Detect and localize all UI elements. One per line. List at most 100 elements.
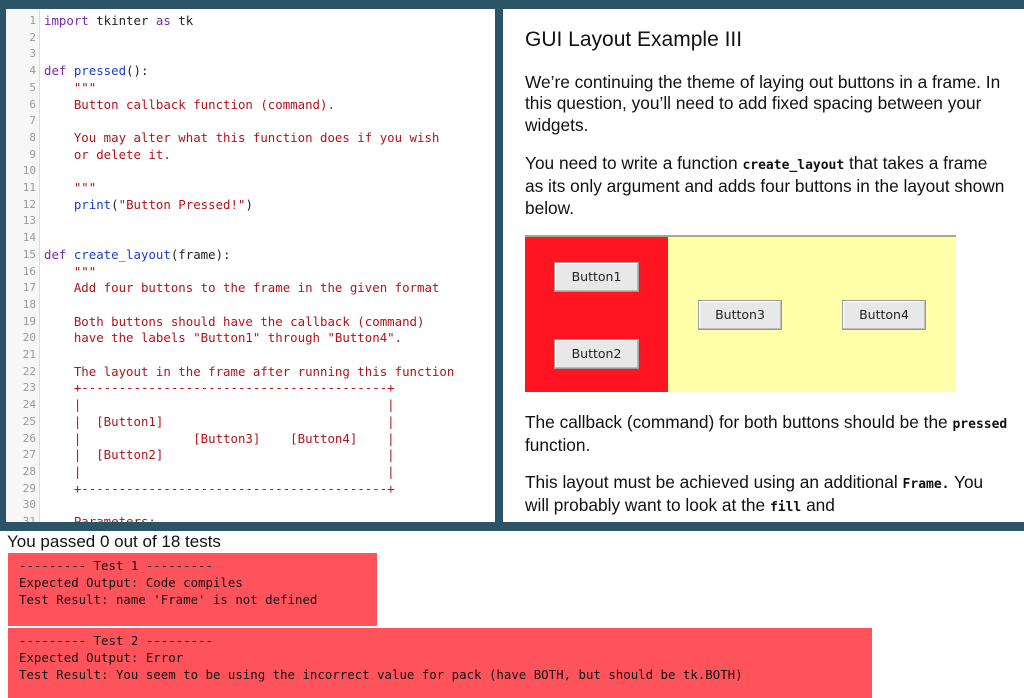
question-paragraph-1: We’re continuing the theme of laying out… — [525, 72, 1001, 135]
code-token: (frame): — [170, 246, 231, 262]
code-editor[interactable]: 1 2 3 4 5 6 7 8 9 10 11 12 13 14 15 16 17 18 19 20 21 22 23 24 2… — [6, 9, 495, 522]
code-line[interactable]: def pressed(): — [44, 63, 148, 80]
code-token: | [Button2] | — [44, 447, 395, 463]
line-number: 25 — [22, 414, 36, 428]
paragraph-text: You need to write a function — [525, 153, 743, 173]
code-token: Parameters: — [44, 514, 156, 522]
line-number: 12 — [22, 197, 36, 211]
test-result-1: --------- Test 1 --------- Expected Outpu… — [8, 553, 377, 626]
line-number: 3 — [29, 47, 36, 61]
line-number: 5 — [29, 80, 36, 94]
example-button2: Button2 — [554, 339, 639, 369]
code-token: """ — [44, 263, 97, 279]
line-number: 26 — [22, 431, 36, 445]
line-number: 7 — [29, 114, 36, 128]
line-number: 14 — [22, 231, 36, 245]
code-token: create_layout — [73, 246, 171, 262]
paragraph-text: function. — [525, 435, 591, 456]
code-token: | [Button1] | — [44, 413, 395, 429]
test-result-2: --------- Test 2 --------- Expected Outpu… — [8, 628, 872, 698]
code-line[interactable]: | [Button2] | — [44, 447, 395, 464]
code-token: """ — [44, 79, 97, 95]
example-layout-image: Button1 Button2 Button3 Button4 — [525, 235, 956, 392]
line-number: 13 — [22, 214, 36, 228]
code-token: +---------------------------------------… — [44, 480, 395, 496]
code-token: Both buttons should have the callback (c… — [44, 313, 425, 329]
code-token: | | — [44, 463, 395, 479]
code-token: You may alter what this function does if… — [44, 129, 440, 145]
code-line[interactable]: | | — [44, 464, 395, 481]
line-number: 11 — [22, 181, 36, 194]
code-line[interactable]: | [Button1] | — [44, 414, 395, 431]
example-button4: Button4 — [842, 300, 926, 330]
code-line[interactable]: """ — [44, 264, 96, 281]
code-token: "Button Pressed!" — [118, 196, 246, 212]
line-number: 30 — [22, 498, 36, 512]
question-paragraph-4: This layout must be achieved using an ad… — [525, 472, 1010, 519]
inline-code: fill — [769, 500, 802, 516]
test-header: --------- Test 1 --------- — [19, 558, 213, 573]
code-token: have the labels "Button1" through "Butto… — [44, 330, 403, 346]
code-line[interactable]: Button callback function (command). — [44, 97, 335, 114]
line-number: 15 — [22, 247, 36, 261]
question-title: GUI Layout Example III — [525, 28, 743, 51]
line-number: 6 — [29, 97, 36, 111]
code-line[interactable]: or delete it. — [44, 147, 171, 164]
code-token: """ — [44, 180, 97, 195]
code-line[interactable]: """ — [44, 180, 96, 197]
code-token: (): — [126, 63, 149, 79]
line-number: 23 — [22, 381, 36, 395]
code-line[interactable]: Both buttons should have the callback (c… — [44, 313, 425, 331]
line-number: 21 — [22, 348, 36, 361]
code-token: tkinter — [88, 13, 156, 28]
paragraph-text: The callback (command) for both buttons … — [525, 412, 953, 432]
test-result-text: Test Result: name 'Frame' is not defined — [19, 591, 318, 607]
test-expected: Expected Output: Error — [19, 649, 184, 665]
test-results-panel: You passed 0 out of 18 tests --------- T… — [0, 531, 1024, 698]
line-number: 1 — [29, 14, 36, 27]
code-token: Button callback function (command). — [44, 96, 335, 112]
question-paragraph-2: You need to write a function create_layo… — [525, 153, 1010, 219]
line-number: 9 — [29, 147, 36, 161]
line-number-gutter: 1 2 3 4 5 6 7 8 9 10 11 12 13 14 15 16 17 18 19 20 21 22 23 24 2… — [6, 9, 40, 522]
inline-code: create_layout — [742, 158, 845, 173]
line-number: 24 — [22, 398, 36, 412]
code-line[interactable]: The layout in the frame after running th… — [44, 364, 454, 381]
line-number: 4 — [29, 64, 36, 78]
line-number: 27 — [22, 448, 36, 462]
test-header: --------- Test 2 --------- — [19, 633, 213, 648]
code-token: def — [44, 246, 74, 262]
code-token: Add four buttons to the frame in the giv… — [44, 280, 440, 296]
line-number: 10 — [22, 164, 36, 178]
code-line[interactable]: Add four buttons to the frame in the giv… — [44, 280, 440, 297]
code-token: import — [44, 13, 89, 28]
code-line[interactable]: have the labels "Button1" through "Butto… — [44, 330, 402, 347]
code-token: tk — [170, 13, 194, 28]
test-result-text: Test Result: You seem to be using the in… — [19, 666, 743, 682]
code-line[interactable]: +---------------------------------------… — [44, 380, 395, 397]
code-line[interactable]: +---------------------------------------… — [44, 481, 395, 498]
code-line[interactable]: Parameters: — [44, 514, 156, 522]
line-number: 19 — [22, 314, 36, 328]
code-token: +---------------------------------------… — [44, 380, 395, 396]
test-expected: Expected Output: Code compiles — [19, 574, 243, 590]
code-line[interactable]: """ — [44, 80, 96, 97]
code-line[interactable]: | [Button3] [Button4] | — [44, 431, 395, 448]
line-number: 22 — [22, 364, 36, 378]
paragraph-text: and — [801, 495, 835, 516]
code-line[interactable]: You may alter what this function does if… — [44, 129, 440, 147]
code-line[interactable]: import tkinter as tk — [44, 13, 193, 30]
code-line[interactable]: | | — [44, 397, 395, 414]
code-token: or delete it. — [44, 146, 171, 162]
line-number: 31 — [22, 515, 36, 522]
line-number: 2 — [29, 30, 36, 44]
line-number: 20 — [22, 331, 36, 345]
code-line[interactable]: print("Button Pressed!") — [44, 197, 253, 214]
question-panel: GUI Layout Example III We’re continuing … — [503, 9, 1024, 522]
line-number: 28 — [22, 464, 36, 478]
code-token: def — [44, 63, 74, 79]
line-number: 17 — [22, 281, 36, 295]
inline-code: pressed — [952, 417, 1008, 432]
example-button3: Button3 — [698, 300, 782, 330]
code-line[interactable]: def create_layout(frame): — [44, 247, 231, 264]
